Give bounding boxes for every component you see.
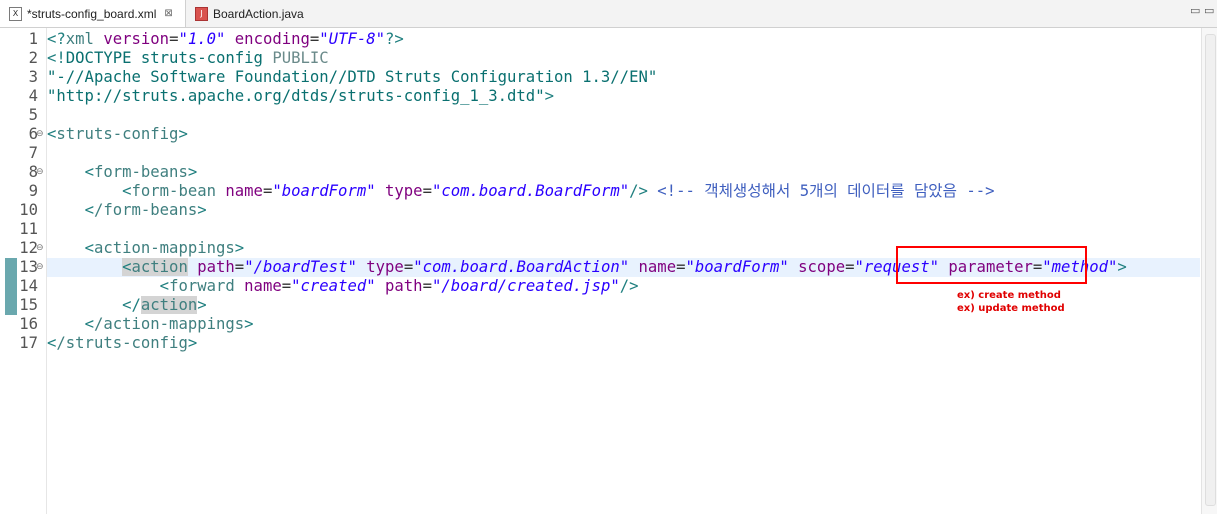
- code-line: <forward name="created" path="/board/cre…: [159, 277, 639, 295]
- attr-value: "boardForm": [685, 258, 789, 276]
- xml-comment: <!-- 객체생성해서 5개의 데이터를 담았음 -->: [657, 182, 995, 200]
- line-number: 7: [28, 144, 38, 162]
- line-number: 4: [28, 87, 38, 105]
- tab-struts-config-board-xml[interactable]: X *struts-config_board.xml ⊠: [0, 0, 186, 27]
- attr-value: "com.board.BoardAction": [413, 258, 630, 276]
- doctype-keyword: DOCTYPE struts-config: [65, 49, 263, 67]
- code-line: <struts-config>: [47, 125, 188, 143]
- code-line: "-//Apache Software Foundation//DTD Stru…: [47, 68, 657, 87]
- tab-label: BoardAction.java: [213, 6, 304, 21]
- annotation-note: ex) update method: [957, 303, 1065, 314]
- line-number: 13: [19, 258, 38, 276]
- attr-name: name: [244, 277, 282, 295]
- tag-name: form-beans: [93, 163, 188, 181]
- line-number-gutter: 1 2 3 4 5 6 7 8 9 10 11 12 13 14 15 16 1…: [0, 28, 47, 514]
- scrollbar-thumb[interactable]: [1205, 34, 1216, 506]
- tag-name: forward: [169, 277, 235, 295]
- line-number: 12: [19, 239, 38, 257]
- fold-toggle-icon[interactable]: ⊖: [36, 125, 44, 144]
- attr-value: "com.board.BoardForm": [431, 182, 630, 200]
- attr-name: encoding: [234, 30, 310, 48]
- attr-name: type: [385, 182, 423, 200]
- highlight-box: [896, 246, 1087, 284]
- tag-name: action: [140, 296, 198, 314]
- code-line: <!DOCTYPE struts-config PUBLIC: [47, 49, 329, 68]
- code-line: </action-mappings>: [84, 315, 254, 333]
- tab-label: *struts-config_board.xml: [27, 6, 157, 21]
- attr-value: "boardForm": [272, 182, 376, 200]
- line-number: 3: [28, 68, 38, 86]
- minimize-icon[interactable]: ▭: [1190, 4, 1200, 17]
- line-number: 6: [28, 125, 38, 143]
- tag-name: struts-config: [56, 125, 179, 143]
- fold-toggle-icon[interactable]: ⊖: [36, 239, 44, 258]
- tag-name: action-mappings: [93, 239, 235, 257]
- java-file-icon: J: [195, 6, 208, 21]
- line-number: 2: [28, 49, 38, 67]
- tab-boardaction-java[interactable]: J BoardAction.java: [186, 0, 326, 27]
- annotation-note: ex) create method: [957, 290, 1061, 301]
- tag-name: action: [131, 258, 188, 276]
- pi-close: ?>: [385, 30, 404, 48]
- line-number: 1: [28, 30, 38, 48]
- fold-toggle-icon[interactable]: ⊖: [36, 258, 44, 277]
- attr-value: "created": [291, 277, 376, 295]
- doctype-public: PUBLIC: [272, 49, 329, 67]
- code-line: </action>: [122, 296, 207, 314]
- close-icon[interactable]: ⊠: [164, 8, 172, 19]
- fold-toggle-icon[interactable]: ⊖: [36, 163, 44, 182]
- code-line: <?xml version="1.0" encoding="UTF-8"?>: [47, 30, 404, 48]
- attr-value: "1.0": [178, 30, 226, 48]
- xml-file-icon: X: [9, 6, 22, 21]
- attr-name: path: [197, 258, 235, 276]
- attr-value: "/boardTest": [244, 258, 357, 276]
- attr-name: type: [366, 258, 404, 276]
- line-number: 10: [19, 201, 38, 219]
- doctype-public-id: "-//Apache Software Foundation//DTD Stru…: [47, 68, 658, 86]
- doctype-close: >: [544, 87, 554, 105]
- line-number: 11: [19, 220, 38, 238]
- tag-name: /struts-config: [56, 334, 188, 352]
- line-number: 5: [28, 106, 38, 124]
- attr-name: name: [638, 258, 677, 276]
- code-line: "http://struts.apache.org/dtds/struts-co…: [47, 87, 554, 106]
- line-number: 16: [19, 315, 38, 333]
- code-line: </struts-config>: [47, 334, 198, 352]
- attr-name: scope: [798, 258, 846, 276]
- code-line: <form-beans>: [84, 163, 198, 181]
- tag-name: form-bean: [131, 182, 217, 200]
- doctype-system-id: "http://struts.apache.org/dtds/struts-co…: [47, 87, 545, 105]
- editor-tab-bar: X *struts-config_board.xml ⊠ J BoardActi…: [0, 0, 1217, 28]
- pi-open: <?: [47, 30, 66, 48]
- maximize-icon[interactable]: ▭: [1204, 4, 1214, 17]
- vertical-scrollbar[interactable]: [1201, 28, 1217, 514]
- tag-name: /action-mappings: [93, 315, 245, 333]
- line-number: 9: [28, 182, 38, 200]
- attr-name: name: [225, 182, 263, 200]
- attr-name: version: [103, 30, 170, 48]
- line-number: 17: [19, 334, 38, 352]
- code-line: </form-beans>: [84, 201, 207, 219]
- tag-name: /form-beans: [93, 201, 198, 219]
- line-number: 14: [19, 277, 38, 295]
- line-number: 8: [28, 163, 38, 181]
- attr-value: "UTF-8": [319, 30, 386, 48]
- attr-name: path: [385, 277, 423, 295]
- pi-name: xml: [65, 30, 94, 48]
- doctype-open: <!: [47, 49, 66, 67]
- code-line: <action-mappings>: [84, 239, 245, 257]
- attr-value: "/board/created.jsp": [431, 277, 620, 295]
- code-line: <form-bean name="boardForm" type="com.bo…: [122, 182, 995, 200]
- line-number: 15: [19, 296, 38, 314]
